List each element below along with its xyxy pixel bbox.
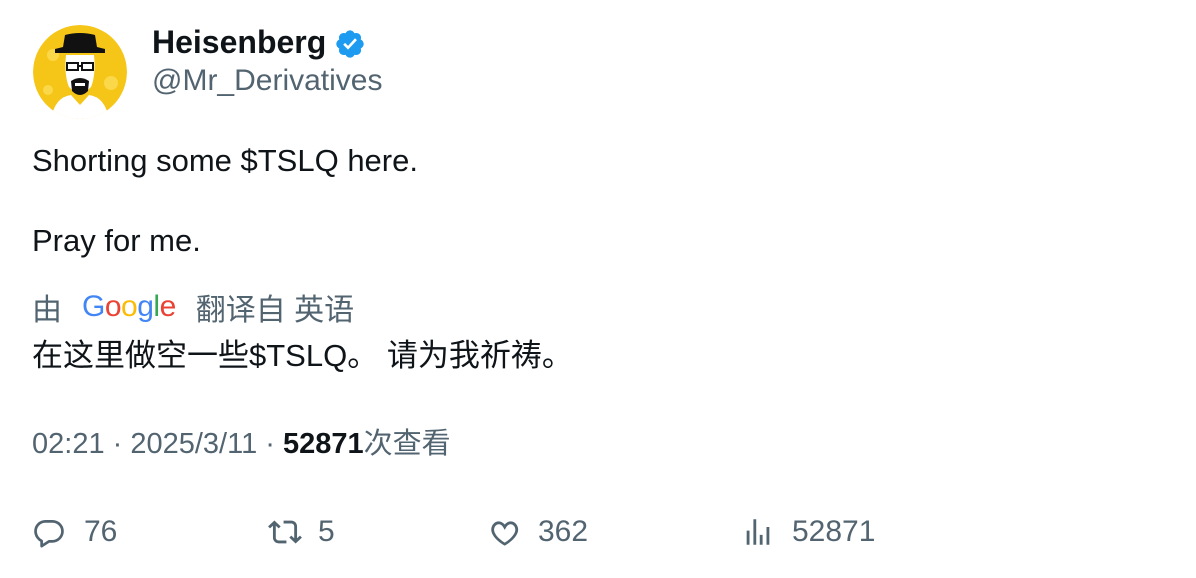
views-count: 52871 <box>283 428 364 460</box>
meta-separator: · <box>112 428 131 460</box>
author-display-name[interactable]: Heisenberg <box>152 22 326 62</box>
heisenberg-avatar-icon <box>33 25 127 119</box>
google-logo: Google <box>82 290 176 323</box>
views-action-count: 52871 <box>792 515 876 548</box>
action-bar: 76 5 362 52871 <box>0 510 1196 554</box>
meta-separator: · <box>265 428 284 460</box>
translation-from-label: 翻译自 英语 <box>195 294 355 327</box>
verified-badge-icon <box>336 30 364 58</box>
retweet-button[interactable]: 5 <box>268 510 335 554</box>
analytics-icon <box>746 519 770 545</box>
reply-button[interactable]: 76 <box>32 510 117 554</box>
like-button[interactable]: 362 <box>487 510 588 554</box>
tweet-text-line-1: Shorting some $TSLQ here. <box>32 143 418 178</box>
tweet-date[interactable]: 2025/3/11 <box>130 428 257 460</box>
reply-count: 76 <box>84 515 118 548</box>
tweet-meta: 02:21 · 2025/3/11 · 52871次查看 <box>32 424 451 464</box>
avatar[interactable] <box>33 25 127 119</box>
views-label: 次查看 <box>363 428 451 460</box>
heart-icon <box>491 521 519 546</box>
translation-by-label: 由 <box>32 294 62 327</box>
like-count: 362 <box>538 515 589 548</box>
reply-icon <box>34 520 64 548</box>
author-handle[interactable]: @Mr_Derivatives <box>152 62 383 100</box>
translated-text: 在这里做空一些$TSLQ。 请为我祈祷。 <box>32 338 573 373</box>
tweet-text-line-2: Pray for me. <box>32 223 201 258</box>
views-button[interactable]: 52871 <box>741 510 875 554</box>
retweet-count: 5 <box>318 515 335 548</box>
retweet-icon <box>268 520 302 544</box>
translation-attribution[interactable]: 由 Google 翻译自 英语 <box>32 287 354 327</box>
tweet-time[interactable]: 02:21 <box>32 428 105 460</box>
